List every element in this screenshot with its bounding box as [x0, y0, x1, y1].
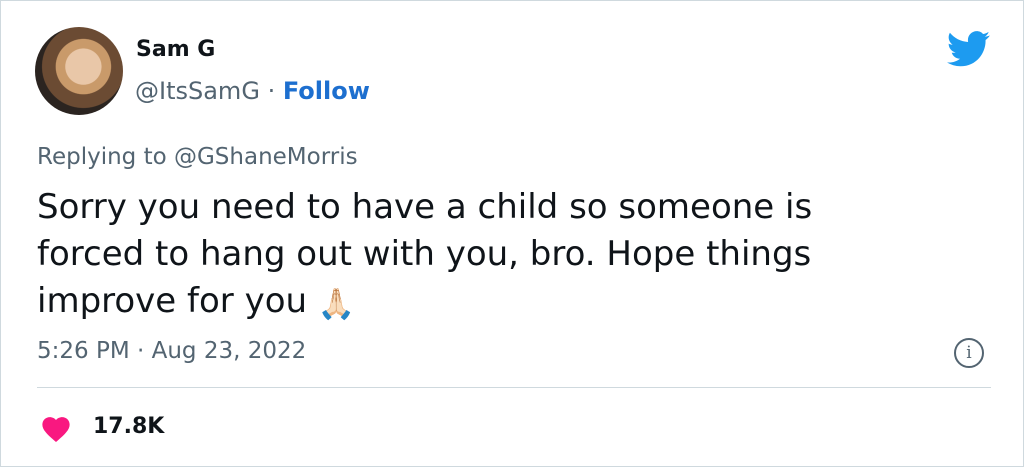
avatar[interactable] — [35, 27, 123, 115]
author-handle[interactable]: @ItsSamG — [135, 77, 260, 105]
tweet-line-3: improve for you 🙏🏻 — [37, 278, 937, 328]
twitter-bird-icon[interactable] — [947, 31, 991, 67]
like-count[interactable]: 17.8K — [93, 414, 164, 439]
tweet-text: Sorry you need to have a child so someon… — [37, 184, 937, 328]
tweet-line-2: forced to hang out with you, bro. Hope t… — [37, 234, 812, 274]
tweet-timestamp[interactable]: 5:26 PM · Aug 23, 2022 — [37, 338, 306, 364]
author-handle-row: @ItsSamG · Follow — [135, 77, 370, 105]
heart-icon[interactable] — [39, 413, 73, 443]
praying-hands-emoji: 🙏🏻 — [317, 287, 356, 322]
author-name[interactable]: Sam G — [136, 37, 215, 62]
separator-dot: · — [267, 77, 276, 105]
tweet-line-1: Sorry you need to have a child so someon… — [37, 187, 813, 227]
follow-button[interactable]: Follow — [283, 77, 370, 105]
replying-to[interactable]: Replying to @GShaneMorris — [37, 144, 358, 170]
tweet-card: Sam G @ItsSamG · Follow Replying to @GSh… — [0, 0, 1024, 467]
info-icon[interactable]: i — [954, 338, 984, 368]
divider — [37, 387, 991, 388]
tweet-line-3-text: improve for you — [37, 281, 308, 321]
